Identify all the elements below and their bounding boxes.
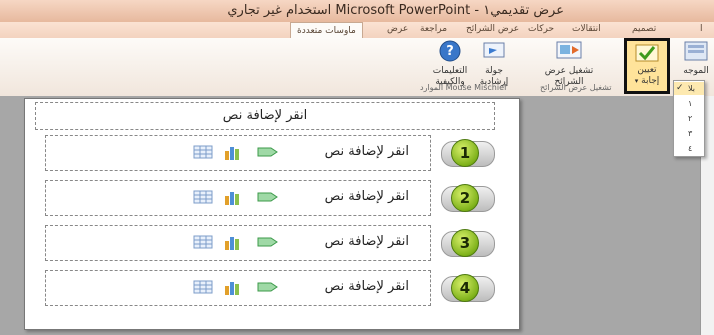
number-label: 4 (451, 274, 479, 302)
number-label: 2 (451, 184, 479, 212)
smartart-icon[interactable] (257, 235, 279, 249)
answer-placeholder: انقر لإضافة نص (324, 144, 409, 159)
title-bar: عرض تقديمي١ - Microsoft PowerPoint استخد… (0, 0, 714, 22)
answer-row: انقر لإضافة نص 3 (45, 225, 495, 261)
number-badge: 2 (441, 182, 495, 214)
table-icon[interactable] (193, 190, 213, 204)
checkmark-icon (635, 44, 659, 62)
dropdown-item[interactable]: ٤ (674, 142, 704, 155)
number-badge: 4 (441, 272, 495, 304)
guided-tour-button[interactable]: جولة إرشادية (474, 40, 514, 88)
chart-icon[interactable] (223, 280, 243, 296)
instructions-button[interactable]: ? التعليمات والكيفية (428, 40, 472, 88)
content-icons (185, 145, 285, 161)
ribbon: الموجه تشغيل عرض الشرائح جولة إرشادية ? … (0, 38, 714, 97)
window-title: عرض تقديمي١ - Microsoft PowerPoint استخد… (227, 3, 564, 18)
table-icon[interactable] (193, 145, 213, 159)
content-icons (185, 280, 285, 296)
tab-home[interactable]: ا (700, 24, 703, 34)
dropdown-item[interactable]: ٢ (674, 112, 704, 125)
dropdown-item-label: ١ (688, 99, 693, 108)
presenter-icon (684, 41, 708, 61)
tab-slideshow[interactable]: عرض الشرائح (466, 24, 519, 34)
dropdown-item-label: ٤ (688, 144, 693, 153)
dropdown-item-label: بلا (688, 84, 695, 93)
help-icon: ? (439, 40, 461, 62)
dropdown-item[interactable]: ٣ (674, 127, 704, 140)
number-badge: 3 (441, 227, 495, 259)
content-icons (185, 235, 285, 251)
presenter-button[interactable]: الموجه (676, 40, 714, 77)
content-icons (185, 190, 285, 206)
tab-design[interactable]: تصميم (632, 24, 656, 34)
group-label-resources: Mouse Mischief الموارد (420, 83, 507, 92)
chart-icon[interactable] (223, 235, 243, 251)
slide-canvas[interactable]: انقر لإضافة نص انقر لإضافة نص 1 انقر لإض… (24, 98, 520, 330)
tab-transitions[interactable]: انتقالات (572, 24, 601, 34)
number-label: 3 (451, 229, 479, 257)
chevron-down-icon: ▾ (634, 77, 639, 85)
chart-icon[interactable] (223, 145, 243, 161)
answer-placeholder: انقر لإضافة نص (324, 279, 409, 294)
answer-row: انقر لإضافة نص 1 (45, 135, 495, 171)
smartart-icon[interactable] (257, 190, 279, 204)
response-count-dropdown: ✓ بلا ١ ٢ ٣ ٤ (673, 80, 705, 157)
answer-row: انقر لإضافة نص 2 (45, 180, 495, 216)
smartart-icon[interactable] (257, 145, 279, 159)
dropdown-item[interactable]: ١ (674, 97, 704, 110)
play-slideshow-button[interactable]: تشغيل عرض الشرائح (540, 40, 598, 88)
slideshow-icon (556, 41, 582, 59)
dropdown-item-label: ٣ (688, 129, 693, 138)
set-time-label: تعيين (637, 65, 657, 75)
answer-placeholder: انقر لإضافة نص (324, 189, 409, 204)
tab-animations[interactable]: حركات (528, 24, 554, 34)
ribbon-tabs: ا تصميم انتقالات حركات عرض الشرائح مراجع… (0, 22, 714, 39)
svg-text:?: ? (446, 44, 454, 59)
response-label: إجابة (641, 76, 660, 86)
tab-view[interactable]: عرض (387, 24, 408, 34)
presenter-label: الموجه (683, 66, 709, 76)
table-icon[interactable] (193, 235, 213, 249)
tour-icon (483, 42, 505, 58)
tab-review[interactable]: مراجعة (420, 24, 447, 34)
chart-icon[interactable] (223, 190, 243, 206)
answer-placeholder: انقر لإضافة نص (324, 234, 409, 249)
group-label-play: تشغيل عرض الشرائح (540, 83, 612, 92)
tab-multimedia[interactable]: ماوسات متعددة (290, 22, 363, 39)
number-badge: 1 (441, 137, 495, 169)
dropdown-item-label: ٢ (688, 114, 693, 123)
set-response-button[interactable]: تعيين إجابة ▾ (624, 38, 670, 94)
smartart-icon[interactable] (257, 280, 279, 294)
answer-row: انقر لإضافة نص 4 (45, 270, 495, 306)
title-placeholder[interactable]: انقر لإضافة نص (35, 102, 495, 130)
number-label: 1 (451, 139, 479, 167)
check-icon: ✓ (676, 83, 684, 93)
table-icon[interactable] (193, 280, 213, 294)
dropdown-item[interactable]: ✓ بلا (674, 82, 704, 95)
